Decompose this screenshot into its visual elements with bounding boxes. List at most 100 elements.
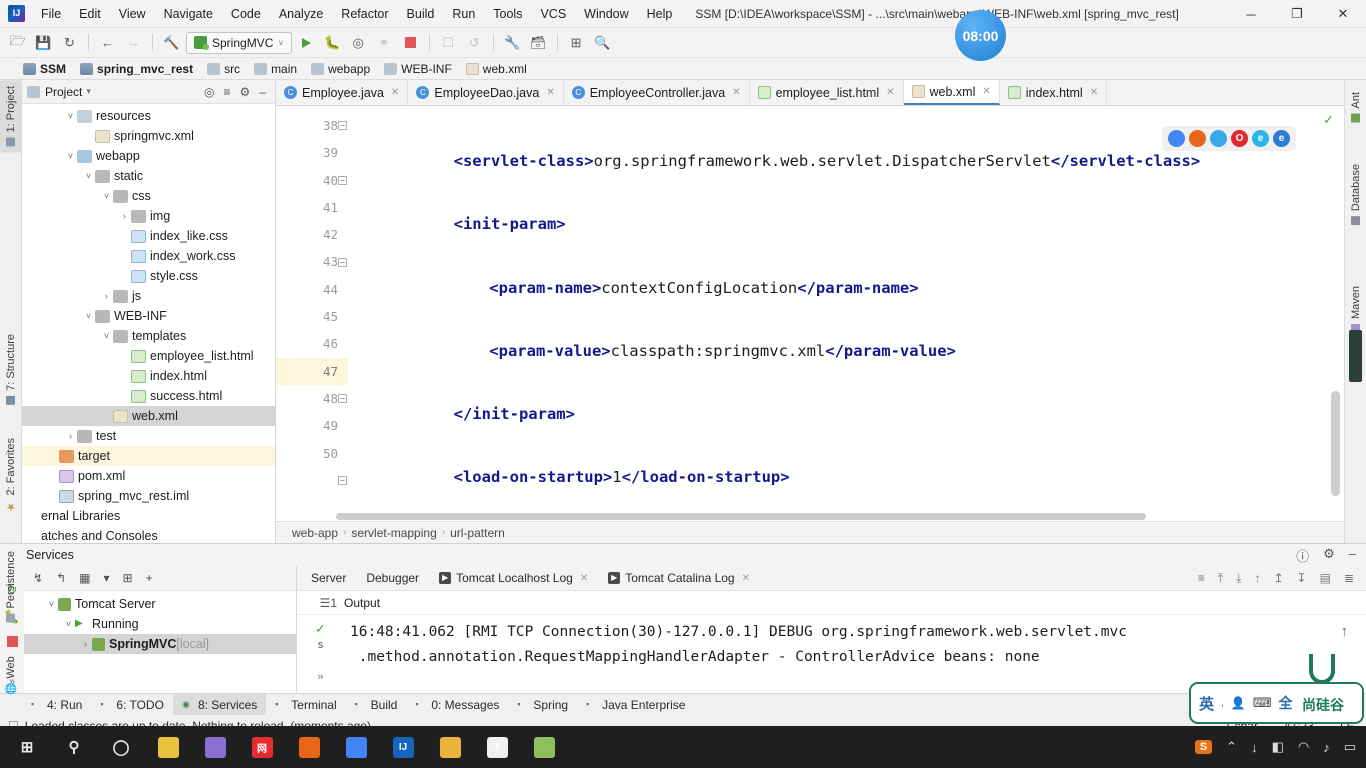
taskbar-chrome-icon[interactable] (335, 727, 377, 767)
run-button[interactable] (295, 32, 318, 54)
scrollbar-thumb[interactable] (336, 513, 1146, 520)
chevron-down-icon[interactable]: ˅ (82, 171, 95, 181)
taskbar-apps[interactable]: ⊞ ⚲ ◯ 网 IJ T (6, 727, 565, 767)
sidebar-item-favorites[interactable]: ★ 2: Favorites (0, 432, 22, 519)
chevron-up-icon[interactable]: ⌃ (1226, 739, 1237, 755)
help-icon[interactable]: ⓘ (1296, 546, 1309, 565)
browser-launch-bar[interactable]: Oee (1162, 126, 1296, 151)
editor-tab-employee-list-html[interactable]: employee_list.html ✕ (750, 80, 904, 105)
taskbar-wechat-icon[interactable] (147, 727, 189, 767)
console-tab-bar[interactable]: Server Debugger ▶ Tomcat Localhost Log ✕ ▶ Tom… (297, 566, 1366, 591)
safari-icon[interactable] (1210, 130, 1227, 147)
tree-item-target[interactable]: target (22, 446, 275, 466)
chevron-right-icon[interactable]: › (64, 431, 77, 441)
tree-item-success-html[interactable]: success.html (22, 386, 275, 406)
line-number-50[interactable]: 50 (276, 440, 348, 467)
sidebar-item-structure[interactable]: 7: Structure (0, 328, 22, 411)
taskbar-cortana-icon[interactable]: ◯ (100, 727, 142, 767)
console-tab-debugger[interactable]: Debugger (356, 566, 429, 590)
menu-run[interactable]: Run (443, 3, 484, 25)
tree-item-web-xml[interactable]: web.xml (22, 406, 275, 426)
sidebar-item-database[interactable]: Database (1345, 158, 1366, 231)
tree-item-employee-list-html[interactable]: employee_list.html (22, 346, 275, 366)
add-icon[interactable]: + (146, 571, 153, 585)
taskbar-intellij-icon[interactable]: IJ (382, 727, 424, 767)
project-structure-icon[interactable]: 🗃 (527, 32, 550, 54)
line-number-44[interactable]: 44 (276, 276, 348, 303)
menu-build[interactable]: Build (398, 3, 444, 25)
chevron-down-icon[interactable]: ˅ (64, 151, 77, 161)
tree-item-web-inf[interactable]: ˅ WEB-INF (22, 306, 275, 326)
code-fold-icon[interactable]: − (338, 121, 347, 130)
breadcrumb-item-web-inf[interactable]: WEB-INF (379, 62, 457, 76)
breadcrumb-item-src[interactable]: src (202, 62, 245, 76)
scroll-down-icon[interactable]: ⤓ (1236, 571, 1241, 586)
tree-item-spring-mvc-rest-iml[interactable]: spring_mvc_rest.iml (22, 486, 275, 506)
close-tab-icon[interactable]: ✕ (580, 573, 588, 584)
tool-window-tab-bar[interactable]: ▪ 4: Run ▪ 6: TODO ◉ 8: Services ▪ Terminal ▪ Bui… (0, 693, 1366, 716)
ime-status-popup[interactable]: 英 , 👤 ⌨ 全 尚硅谷 (1189, 654, 1364, 724)
scroll-to-top-icon[interactable]: ↑ (1341, 623, 1349, 640)
tree-item-index-html[interactable]: index.html (22, 366, 275, 386)
run-coverage-button[interactable]: ◎ (347, 32, 370, 54)
line-number-42[interactable]: 42 (276, 221, 348, 248)
services-item-springmvc[interactable]: › SpringMVC [local] (24, 634, 296, 654)
tree-item-js[interactable]: › js (22, 286, 275, 306)
update-app-icon[interactable]: ☐ (437, 32, 460, 54)
code-minimap[interactable] (1349, 330, 1362, 382)
breadcrumb-item-web-xml[interactable]: web.xml (461, 62, 532, 76)
editor-tab-index-html[interactable]: index.html ✕ (1000, 80, 1108, 105)
tool-tab-6-todo[interactable]: ▪ 6: TODO (91, 694, 173, 716)
menu-edit[interactable]: Edit (70, 3, 110, 25)
close-tab-icon[interactable]: ✕ (886, 87, 894, 98)
editor-tab-employeecontroller-java[interactable]: C EmployeeController.java ✕ (564, 80, 750, 105)
search-everywhere-icon[interactable]: 🔍 (591, 32, 614, 54)
chevron-right-icon[interactable]: › (100, 291, 113, 301)
tool-tab-8-services[interactable]: ◉ 8: Services (172, 693, 267, 716)
gear-icon[interactable]: ⚙ (1323, 546, 1335, 565)
expand-all-icon[interactable]: ↯ (33, 571, 43, 585)
breadcrumb-item-main[interactable]: main (249, 62, 302, 76)
chevron-down-icon[interactable]: ˅ (62, 619, 75, 629)
taskbar-explorer-icon[interactable] (429, 727, 471, 767)
output-filter-icon[interactable]: ☰1 (297, 596, 344, 610)
breadcrumb-item-ssm[interactable]: SSM (18, 62, 71, 76)
code-fold-icon[interactable]: − (338, 176, 347, 185)
console-tab-server[interactable]: Server (301, 566, 356, 590)
ie-icon[interactable]: e (1252, 130, 1269, 147)
tool-tab-spring[interactable]: ▪ Spring (508, 694, 577, 716)
tree-item-style-css[interactable]: style.css (22, 266, 275, 286)
run-configuration-selector[interactable]: SpringMVC ˅ (186, 31, 292, 54)
tree-item-index-like-css[interactable]: index_like.css (22, 226, 275, 246)
line-number-45[interactable]: 45 (276, 303, 348, 330)
menu-tools[interactable]: Tools (484, 3, 531, 25)
editor-vertical-scrollbar[interactable] (1330, 106, 1340, 512)
chevron-down-icon[interactable]: ▾ (86, 86, 91, 97)
menu-help[interactable]: Help (638, 3, 682, 25)
taskbar-firefox-icon[interactable] (288, 727, 330, 767)
services-tree[interactable]: ˅ Tomcat Server ˅ ▶ Running › SpringMVC [local… (24, 591, 296, 693)
up-icon[interactable]: ↥ (1273, 571, 1283, 586)
filter-icon[interactable]: ▾ (103, 571, 109, 585)
line-number-47[interactable]: 47 (276, 357, 348, 385)
taskbar-texteditor-icon[interactable]: T (476, 727, 518, 767)
system-tray[interactable]: S ⌃ ↓ ◧ ◠ ♪ ▭ (1194, 739, 1366, 755)
menu-navigate[interactable]: Navigate (155, 3, 222, 25)
forward-icon[interactable]: → (122, 32, 145, 54)
tool-tab-0-messages[interactable]: ▪ 0: Messages (406, 694, 508, 716)
hide-panel-icon[interactable]: – (1349, 546, 1356, 565)
taskbar-notepad-icon[interactable] (523, 727, 565, 767)
chevron-down-icon[interactable]: ˅ (64, 111, 77, 121)
tool-tab-build[interactable]: ▪ Build (346, 694, 407, 716)
scroll-end-icon[interactable]: » (297, 671, 344, 683)
tree-item-resources[interactable]: ˅ resources (22, 106, 275, 126)
settings-icon[interactable]: ≣ (1344, 571, 1354, 586)
firefox-icon[interactable] (1189, 130, 1206, 147)
tree-item-springmvc-xml[interactable]: springmvc.xml (22, 126, 275, 146)
sidebar-item-project[interactable]: 1: Project (0, 80, 22, 153)
tree-item-pom-xml[interactable]: pom.xml (22, 466, 275, 486)
tree-item-static[interactable]: ˅ static (22, 166, 275, 186)
editor-tab-bar[interactable]: C Employee.java ✕ C EmployeeDao.java ✕ C Employ… (276, 80, 1344, 106)
prev-occurrence-icon[interactable]: ↑ (1254, 571, 1260, 586)
taskbar-search-icon[interactable]: ⚲ (53, 727, 95, 767)
